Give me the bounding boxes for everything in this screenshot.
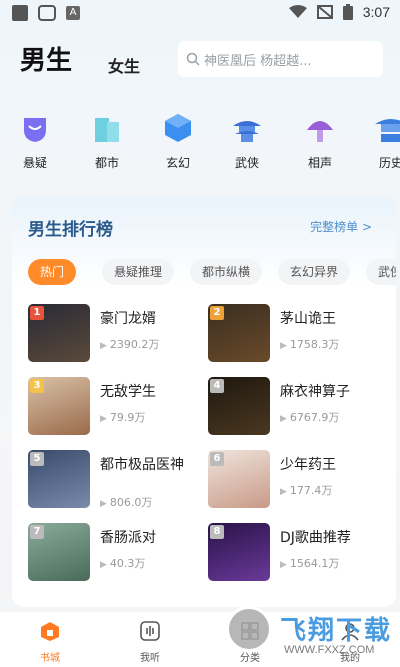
shield-icon xyxy=(24,118,46,142)
mushroom-icon xyxy=(307,121,333,142)
rank-badge: 8 xyxy=(210,525,224,539)
play-icon: ▶ xyxy=(280,341,287,351)
tag-suspense[interactable]: 悬疑推理 xyxy=(102,259,175,285)
category-suspense[interactable]: 悬疑 xyxy=(10,112,60,171)
a-notification-icon: A xyxy=(66,6,80,20)
book-title: 香肠派对 xyxy=(100,530,156,546)
ranking-item[interactable]: 8 DJ歌曲推荐 ▶ 1564.1万 xyxy=(208,523,388,583)
book-cover: 5 xyxy=(28,450,90,508)
play-count: ▶ 2390.2万 xyxy=(100,338,160,351)
ranking-title: 男生排行榜 xyxy=(28,220,113,240)
wifi-icon xyxy=(288,5,307,18)
tag-fantasy[interactable]: 玄幻异界 xyxy=(278,259,351,285)
play-count: ▶ 6767.9万 xyxy=(280,411,340,424)
category-fantasy[interactable]: 玄幻 xyxy=(153,112,203,171)
book-cover: 1 xyxy=(28,304,90,362)
listen-icon xyxy=(140,621,160,641)
book-title: 麻衣神算子 xyxy=(280,384,350,400)
tab-male[interactable]: 男生 xyxy=(20,40,72,77)
category-history[interactable]: 历史 xyxy=(366,112,400,171)
nav-listen[interactable]: 我听 xyxy=(120,620,180,664)
watermark-logo-icon xyxy=(226,606,272,652)
book-cover: 8 xyxy=(208,523,270,581)
category-label: 都市 xyxy=(94,156,119,170)
book-title: 少年药王 xyxy=(280,457,336,473)
play-icon: ▶ xyxy=(100,499,107,509)
play-count: ▶ 177.4万 xyxy=(280,484,333,497)
category-crosstalk[interactable]: 相声 xyxy=(295,112,345,171)
book-cover: 2 xyxy=(208,304,270,362)
rank-badge: 2 xyxy=(210,306,224,320)
search-placeholder: 神医凰后 杨超越... xyxy=(204,53,312,69)
book-cover: 3 xyxy=(28,377,90,435)
category-label: 历史 xyxy=(378,156,400,170)
category-row: 悬疑 都市 玄幻 武侠 相声 历史 xyxy=(0,112,400,172)
nav-label: 我听 xyxy=(140,653,160,664)
tab-female[interactable]: 女生 xyxy=(108,53,140,77)
rank-badge: 4 xyxy=(210,379,224,393)
category-label: 相声 xyxy=(307,156,332,170)
rank-badge: 7 xyxy=(30,525,44,539)
play-count: ▶ 40.3万 xyxy=(100,557,146,570)
rank-badge: 6 xyxy=(210,452,224,466)
play-count: ▶ 806.0万 xyxy=(100,496,153,509)
book-title: 都市极品医神 xyxy=(100,457,184,473)
ranking-item[interactable]: 2 茅山诡王 ▶ 1758.3万 xyxy=(208,304,388,364)
ranking-tags: 热门 悬疑推理 都市纵横 玄幻异界 武侠 xyxy=(28,259,396,287)
full-ranking-link[interactable]: 完整榜单 > xyxy=(310,218,372,235)
ranking-item[interactable]: 6 少年药王 ▶ 177.4万 xyxy=(208,450,388,510)
buildings-icon xyxy=(95,118,119,142)
play-icon: ▶ xyxy=(280,414,287,424)
search-input[interactable]: 神医凰后 杨超越... xyxy=(178,41,383,77)
play-icon: ▶ xyxy=(100,341,107,351)
ranking-item[interactable]: 4 麻衣神算子 ▶ 6767.9万 xyxy=(208,377,388,437)
search-icon xyxy=(186,52,200,66)
play-count: ▶ 1758.3万 xyxy=(280,338,340,351)
notification-icon xyxy=(12,5,28,21)
category-martial[interactable]: 武侠 xyxy=(222,112,272,171)
ranking-item[interactable]: 3 无敌学生 ▶ 79.9万 xyxy=(28,377,208,437)
play-icon: ▶ xyxy=(100,560,107,570)
book-title: 豪门龙婿 xyxy=(100,311,156,327)
pagoda-icon xyxy=(233,121,261,142)
play-icon: ▶ xyxy=(280,560,287,570)
book-title: 茅山诡王 xyxy=(280,311,336,327)
book-title: DJ歌曲推荐 xyxy=(280,530,351,546)
ranking-item[interactable]: 7 香肠派对 ▶ 40.3万 xyxy=(28,523,208,583)
home-icon xyxy=(41,622,59,641)
nav-bookstore[interactable]: 书城 xyxy=(20,620,80,664)
tag-hot[interactable]: 热门 xyxy=(28,259,77,285)
no-signal-icon xyxy=(316,5,333,19)
category-urban[interactable]: 都市 xyxy=(82,112,132,171)
play-count: ▶ 79.9万 xyxy=(100,411,146,424)
tag-martial[interactable]: 武侠 xyxy=(366,259,396,285)
app-notification-icon xyxy=(38,5,56,21)
book-cover: 6 xyxy=(208,450,270,508)
rank-badge: 5 xyxy=(30,452,44,466)
ranking-card: 男生排行榜 完整榜单 > 热门 悬疑推理 都市纵横 玄幻异界 武侠 1 豪门龙婿… xyxy=(12,197,396,607)
play-icon: ▶ xyxy=(280,487,287,497)
rank-badge: 3 xyxy=(30,379,44,393)
ranking-item[interactable]: 1 豪门龙婿 ▶ 2390.2万 xyxy=(28,304,208,364)
category-label: 玄幻 xyxy=(165,156,190,170)
watermark-url: WWW.FXXZ.COM xyxy=(284,644,375,656)
category-label: 武侠 xyxy=(234,156,259,170)
cube-icon xyxy=(165,114,191,142)
clock: 3:07 xyxy=(362,4,390,20)
status-bar: A 3:07 xyxy=(0,0,400,28)
book-cover: 7 xyxy=(28,523,90,581)
play-count: ▶ 1564.1万 xyxy=(280,557,340,570)
tag-urban[interactable]: 都市纵横 xyxy=(190,259,263,285)
book-title: 无敌学生 xyxy=(100,384,156,400)
category-label: 悬疑 xyxy=(22,156,47,170)
watermark: 飞翔下载 WWW.FXXZ.COM xyxy=(218,604,398,664)
watermark-text: 飞翔下载 xyxy=(280,616,393,646)
nav-label: 书城 xyxy=(40,653,60,664)
pavilion-icon xyxy=(375,119,400,142)
ranking-item[interactable]: 5 都市极品医神 ▶ 806.0万 xyxy=(28,450,208,510)
play-icon: ▶ xyxy=(100,414,107,424)
book-cover: 4 xyxy=(208,377,270,435)
rank-badge: 1 xyxy=(30,306,44,320)
battery-icon xyxy=(342,4,353,20)
